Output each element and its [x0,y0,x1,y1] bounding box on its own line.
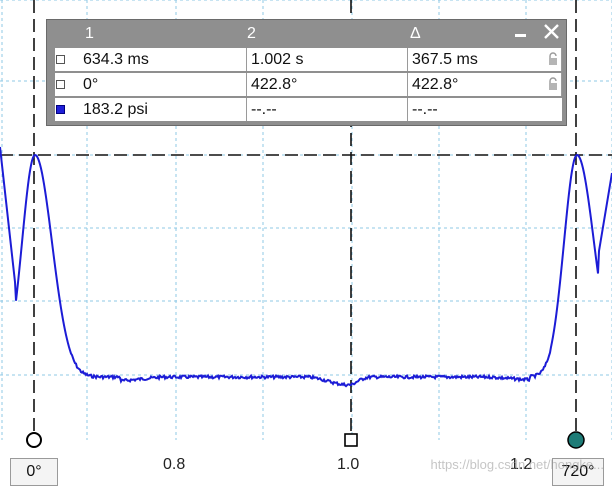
row1-col3: 367.5 ms [408,48,562,71]
cursor-handle-circle[interactable] [26,432,42,448]
row2-col3: 422.8° [408,73,562,96]
table-row: 0° 422.8° 422.8° [55,73,562,96]
pressure-trace [0,146,612,388]
header-cursor-2: 2 [247,25,256,42]
row1-col1: 634.3 ms [79,48,247,71]
minimize-icon[interactable] [514,20,528,47]
row-swatch [56,55,65,64]
lock-icon[interactable] [548,52,558,66]
cursor-handle-square[interactable] [344,433,358,447]
header-cursor-1: 1 [85,25,94,42]
close-icon[interactable] [543,21,561,48]
cursor-handles[interactable] [26,431,585,449]
row-swatch [56,80,65,89]
row3-col2: --.-- [247,98,408,121]
table-row: 183.2 psi --.-- --.-- [55,98,562,121]
left-marker-label[interactable]: 0° [10,458,58,486]
measurement-table[interactable]: 1 2 Δ 634.3 ms 1.002 s 367.5 ms 0° 422.8… [46,19,567,126]
watermark: https://blog.csdn.net/hongke... [430,457,604,472]
row1-col2: 1.002 s [247,48,408,71]
row3-col3: --.-- [412,101,438,118]
lock-icon[interactable] [548,77,558,91]
row2-col1: 0° [79,73,247,96]
row3-col1: 183.2 psi [79,98,247,121]
row2-col2: 422.8° [247,73,408,96]
cursor-handle-filled[interactable] [567,431,585,449]
tick-label-0.8: 0.8 [163,456,186,473]
header-delta: Δ [410,25,421,42]
tick-label-1.0: 1.0 [337,456,360,473]
row-swatch-blue [56,105,65,114]
table-header[interactable]: 1 2 Δ [47,20,566,46]
table-row: 634.3 ms 1.002 s 367.5 ms [55,48,562,71]
